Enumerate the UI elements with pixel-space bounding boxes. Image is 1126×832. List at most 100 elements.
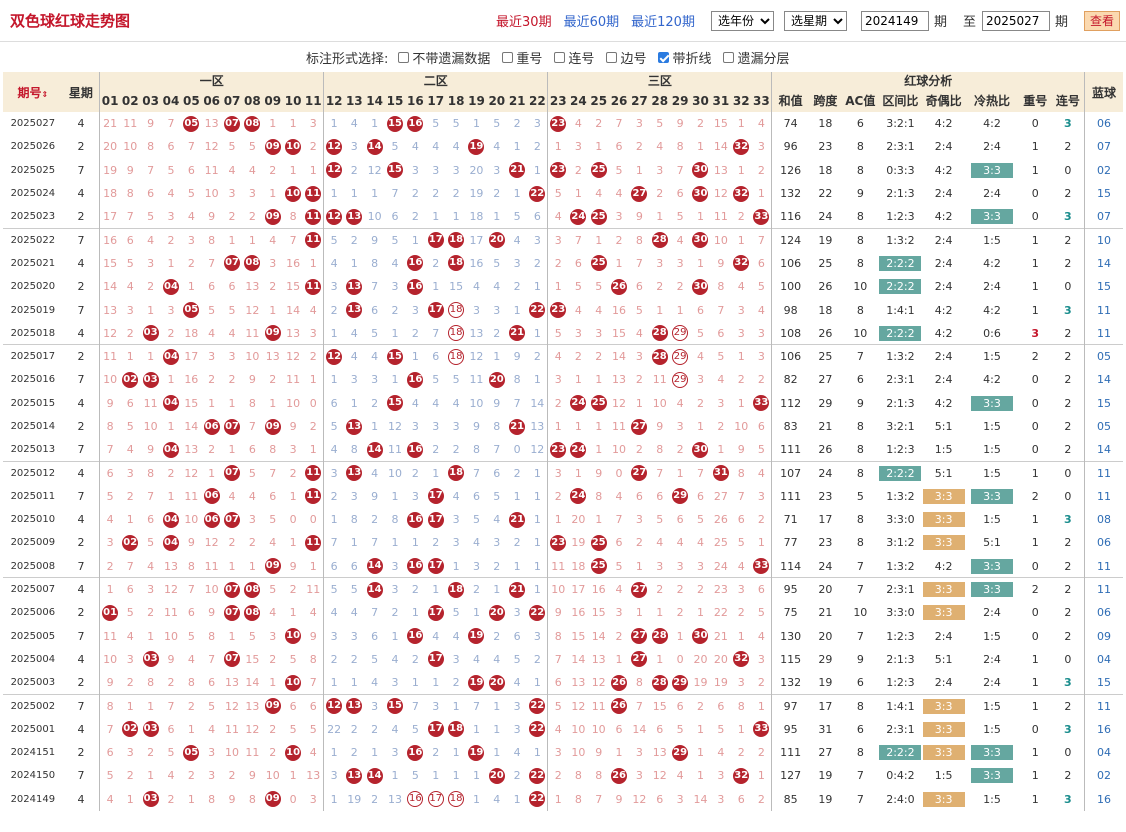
hot-cold-cell: 3:3 — [965, 764, 1019, 787]
miss-cell: 4 — [656, 536, 664, 550]
miss-cell: 1 — [696, 722, 704, 736]
red-ball-cell: 16 — [405, 252, 425, 275]
week-header: 星期 — [62, 72, 100, 112]
red-ball: 15 — [387, 348, 403, 365]
miss-cell: 3 — [452, 420, 460, 433]
sort-arrows-icon[interactable]: ⇕ — [41, 90, 48, 99]
week-cell: 4 — [77, 513, 85, 527]
miss-cell: 4 — [364, 460, 385, 485]
zone-ratio-cell: 1:2:3 — [886, 629, 915, 643]
red-ball: 22 — [529, 791, 546, 808]
checkbox-icon[interactable] — [502, 51, 514, 63]
to-issue-input[interactable] — [981, 10, 1050, 31]
consecutive-cell: 2 — [1064, 256, 1072, 270]
issue-header[interactable]: 期号⇕ — [3, 72, 63, 112]
red-ball-cell: 02 — [120, 718, 140, 741]
week-select[interactable]: 选星期 — [783, 10, 847, 31]
option-1[interactable]: 重号 — [502, 48, 542, 67]
miss-cell: 6 — [737, 792, 745, 806]
miss-cell: 13 — [571, 676, 586, 690]
odd-even-cell: 2:4 — [922, 344, 966, 369]
miss-cell: 19 — [347, 792, 362, 806]
miss-cell: 1 — [635, 163, 643, 177]
year-select[interactable]: 选年份 — [710, 10, 774, 31]
from-issue-input[interactable] — [860, 10, 929, 31]
miss-cell: 2 — [126, 489, 134, 503]
checkbox-icon[interactable] — [606, 51, 618, 63]
miss-cell: 7 — [493, 443, 501, 457]
issue-cell: 2025009 — [10, 537, 56, 549]
consecutive-cell: 2 — [1051, 693, 1085, 718]
red-ball: 18 — [448, 581, 465, 598]
red-ball: 30 — [692, 185, 709, 202]
red-ball-cell: 17 — [426, 508, 446, 531]
miss-cell: 5 — [676, 722, 684, 736]
miss-cell: 1 — [425, 460, 446, 485]
stat-header: 和值 — [771, 89, 809, 112]
consecutive-cell: 2 — [1064, 443, 1072, 457]
miss-cell: 12 — [204, 536, 219, 550]
red-ball-cell: 04 — [160, 344, 182, 369]
miss-cell: 4 — [309, 606, 317, 620]
miss-cell: 5 — [656, 117, 664, 131]
miss-cell: 1 — [656, 210, 664, 224]
blue-ball-cell: 10 — [1084, 227, 1123, 252]
miss-cell: 12 — [713, 187, 728, 201]
miss-cell: 9 — [656, 420, 664, 433]
checkbox-icon[interactable] — [658, 51, 670, 63]
miss-cell: 9 — [309, 629, 317, 643]
miss-cell: 9 — [635, 210, 643, 224]
miss-cell: 18 — [469, 210, 484, 224]
miss-cell: 11 — [713, 210, 728, 224]
miss-cell: 13 — [306, 769, 321, 783]
miss-cell: 5 — [574, 280, 582, 294]
miss-cell: 8 — [656, 443, 664, 457]
checkbox-icon[interactable] — [554, 51, 566, 63]
option-3[interactable]: 边号 — [606, 48, 646, 67]
miss-cell: 2 — [547, 251, 569, 276]
trend-table: 期号⇕ 星期 一区 二区 三区 红球分析 蓝球 01 02 03 04 05 06 07 08… — [3, 72, 1123, 811]
miss-cell: 21 — [99, 112, 121, 136]
miss-cell: 4 — [452, 629, 460, 643]
miss-cell: 5 — [696, 513, 704, 527]
red-ball-cell: 20 — [487, 601, 507, 624]
miss-cell: 9 — [289, 559, 297, 573]
red-ball: 08 — [244, 581, 261, 598]
option-0[interactable]: 不带遗漏数据 — [398, 48, 490, 67]
option-2[interactable]: 连号 — [554, 48, 594, 67]
miss-cell: 6 — [126, 396, 134, 410]
red-ball: 04 — [162, 511, 179, 528]
miss-cell: 2 — [656, 280, 664, 294]
miss-cell: 3 — [364, 693, 385, 718]
miss-cell: 2 — [757, 746, 765, 760]
view-button[interactable]: 查看 — [1084, 10, 1120, 31]
issue-cell: 2025016 — [10, 374, 56, 386]
odd-even-cell: 2:4 — [934, 280, 953, 294]
red-ball-cell: 23 — [547, 531, 569, 555]
miss-cell: 4 — [757, 117, 765, 131]
checkbox-icon[interactable] — [723, 51, 735, 63]
miss-cell: 6 — [669, 693, 691, 718]
miss-cell: 17 — [99, 205, 121, 229]
zone-ratio-cell: 1:2:3 — [886, 443, 915, 457]
miss-cell: 1 — [228, 559, 236, 573]
miss-cell: 5 — [187, 629, 195, 643]
red-ball: 16 — [407, 115, 424, 132]
checkbox-icon[interactable] — [398, 51, 410, 63]
miss-cell: 7 — [187, 140, 195, 154]
miss-cell: 4 — [432, 396, 440, 410]
sum-cell: 132 — [771, 671, 809, 695]
miss-cell: 2 — [452, 443, 460, 457]
recent-120-link[interactable]: 最近120期 — [631, 11, 695, 30]
option-5[interactable]: 遗漏分层 — [723, 48, 789, 67]
hot-cold-badge: 3:3 — [970, 162, 1013, 178]
recent-60-link[interactable]: 最近60期 — [564, 11, 620, 30]
miss-cell: 18 — [184, 326, 199, 340]
red-ball-cell: 11 — [303, 227, 324, 252]
miss-cell: 6 — [574, 256, 582, 270]
option-4[interactable]: 带折线 — [658, 48, 711, 67]
number-header: 17 — [425, 89, 446, 112]
miss-cell: 6 — [303, 693, 324, 718]
miss-cell: 3 — [126, 746, 134, 760]
recent-30-link[interactable]: 最近30期 — [496, 11, 552, 30]
